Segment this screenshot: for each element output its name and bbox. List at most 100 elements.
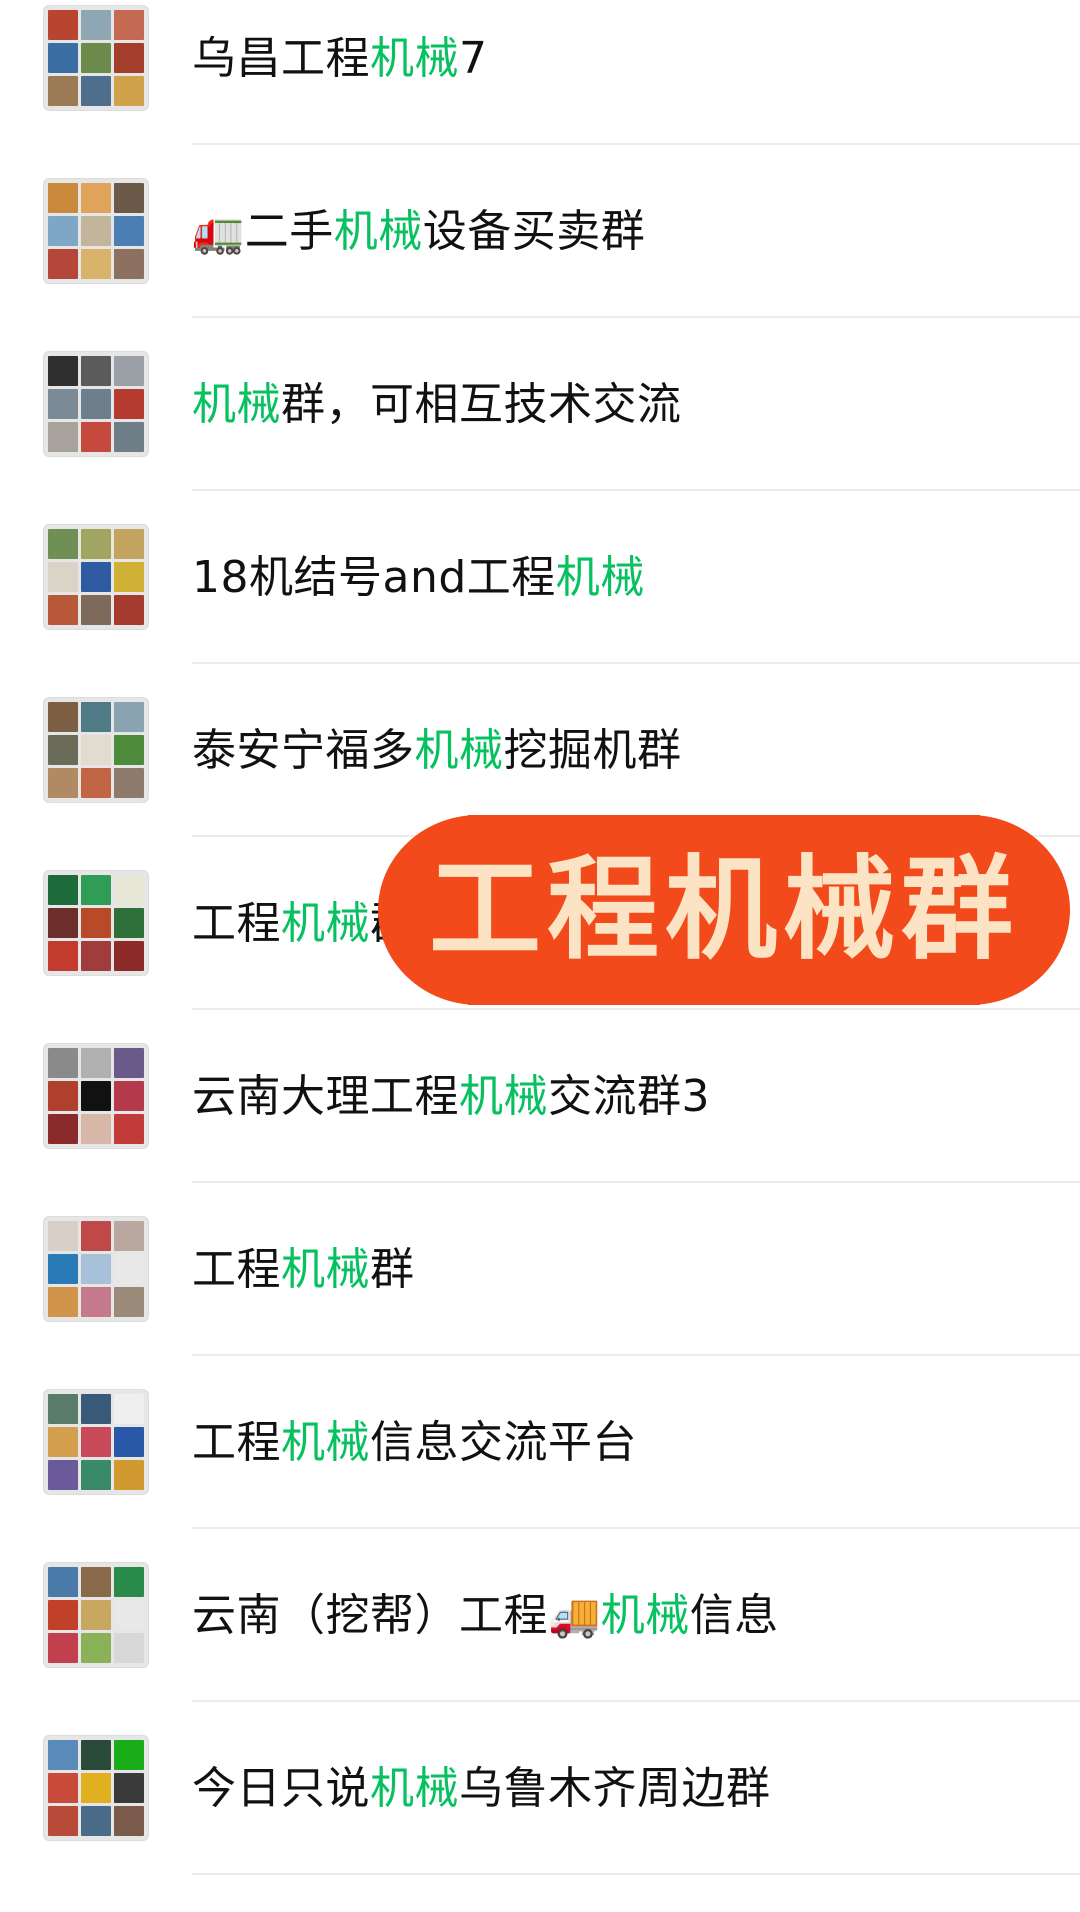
avatar-tile [114, 1633, 144, 1663]
group-avatar [43, 5, 149, 111]
avatar-tile [48, 1460, 78, 1490]
group-list-item[interactable]: 18机结号and工程机械 [0, 491, 1080, 664]
group-name: 今日只说机械乌鲁木齐周边群 [192, 1702, 771, 1875]
avatar-tile [48, 183, 78, 213]
group-name-text: 信息 [689, 1590, 779, 1641]
group-list-item[interactable]: 工程机械信息交流平台 [0, 1356, 1080, 1529]
avatar-tile [48, 702, 78, 732]
avatar-tile [81, 43, 111, 73]
avatar-tile [114, 768, 144, 798]
avatar-tile [114, 1114, 144, 1144]
group-list-item[interactable]: 乌昌工程机械7 [0, 0, 1080, 145]
avatar-tile [81, 1427, 111, 1457]
keyword-highlight: 机械 [600, 1590, 690, 1641]
avatar-tile [81, 1394, 111, 1424]
avatar-tile [48, 768, 78, 798]
avatar-tile [81, 875, 111, 905]
group-name-text: 群 [370, 1244, 415, 1295]
avatar-tile [81, 702, 111, 732]
truck-emoji-icon: 🚚 [548, 1591, 601, 1640]
avatar-tile [114, 1048, 144, 1078]
overlay-banner-text: 工程机械群 [429, 844, 1019, 975]
avatar-tile [48, 595, 78, 625]
avatar-tile [114, 389, 144, 419]
group-name: 工程机械群 [192, 1183, 415, 1356]
group-avatar [43, 351, 149, 457]
avatar-tile [81, 249, 111, 279]
avatar-tile [81, 908, 111, 938]
truck-emoji-icon: 🚛 [192, 207, 245, 256]
avatar-tile [48, 1081, 78, 1111]
group-avatar [43, 1562, 149, 1668]
group-name-text: 乌鲁木齐周边群 [459, 1763, 771, 1814]
keyword-highlight: 机械 [333, 206, 423, 257]
group-name-text: 泰安宁福多 [192, 725, 415, 776]
avatar-tile [114, 1221, 144, 1251]
avatar-tile [81, 941, 111, 971]
avatar-tile [81, 768, 111, 798]
group-name-text: 云南大理工程 [192, 1071, 459, 1122]
group-list-item[interactable]: 工程机械群 [0, 1183, 1080, 1356]
group-avatar [43, 1216, 149, 1322]
avatar-tile [81, 1081, 111, 1111]
group-avatar [43, 1735, 149, 1841]
avatar-tile [114, 1806, 144, 1836]
group-name-text: 信息交流平台 [370, 1417, 637, 1468]
avatar-tile [114, 10, 144, 40]
avatar-tile [81, 356, 111, 386]
group-list-item[interactable]: 机械群，可相互技术交流 [0, 318, 1080, 491]
keyword-highlight: 机械 [414, 725, 504, 776]
avatar-tile [81, 562, 111, 592]
group-list-item[interactable]: 🚛二手机械设备买卖群 [0, 145, 1080, 318]
avatar-tile [114, 249, 144, 279]
avatar-tile [114, 595, 144, 625]
keyword-highlight: 机械 [281, 1244, 370, 1295]
avatar-tile [48, 422, 78, 452]
avatar-tile [48, 1114, 78, 1144]
avatar-tile [48, 1633, 78, 1663]
group-name: 云南（挖帮）工程🚚机械信息 [192, 1529, 779, 1702]
group-list-item[interactable]: 云南（挖帮）工程🚚机械信息 [0, 1529, 1080, 1702]
avatar-tile [48, 216, 78, 246]
avatar-tile [48, 1394, 78, 1424]
avatar-tile [114, 356, 144, 386]
row-divider [192, 1873, 1080, 1875]
avatar-tile [48, 941, 78, 971]
group-name-text: 群，可相互技术交流 [281, 379, 682, 430]
group-avatar [43, 524, 149, 630]
avatar-tile [81, 1567, 111, 1597]
avatar-tile [114, 216, 144, 246]
keyword-highlight: 机械 [459, 1071, 548, 1122]
group-name-text: 交流群3 [548, 1071, 710, 1122]
group-list-item[interactable]: 泰安宁福多机械挖掘机群 [0, 664, 1080, 837]
keyword-highlight: 机械 [281, 1417, 370, 1468]
avatar-tile [81, 76, 111, 106]
group-avatar [43, 1389, 149, 1495]
group-avatar [43, 870, 149, 976]
avatar-tile [81, 1287, 111, 1317]
avatar-tile [48, 1600, 78, 1630]
avatar-tile [114, 702, 144, 732]
avatar-tile [48, 249, 78, 279]
avatar-tile [81, 422, 111, 452]
group-name-text: 今日只说 [192, 1763, 370, 1814]
avatar-tile [81, 10, 111, 40]
avatar-tile [81, 1254, 111, 1284]
group-list-item[interactable]: 云南大理工程机械交流群3 [0, 1010, 1080, 1183]
group-name-text: 工程 [192, 1417, 281, 1468]
avatar-tile [114, 562, 144, 592]
group-list-item[interactable]: 今日只说机械乌鲁木齐周边群 [0, 1702, 1080, 1875]
overlay-banner: 工程机械群 [378, 815, 1070, 1005]
avatar-tile [81, 1048, 111, 1078]
avatar-tile [114, 1081, 144, 1111]
avatar-tile [48, 1048, 78, 1078]
avatar-tile [114, 908, 144, 938]
group-name-text: 乌昌工程 [192, 33, 370, 84]
group-name: 🚛二手机械设备买卖群 [192, 145, 645, 318]
group-name-text: 18机结号and工程 [192, 552, 556, 603]
avatar-tile [48, 1740, 78, 1770]
avatar-tile [81, 1460, 111, 1490]
avatar-tile [48, 735, 78, 765]
group-name-text: 工程 [192, 1244, 281, 1295]
group-name: 云南大理工程机械交流群3 [192, 1010, 710, 1183]
